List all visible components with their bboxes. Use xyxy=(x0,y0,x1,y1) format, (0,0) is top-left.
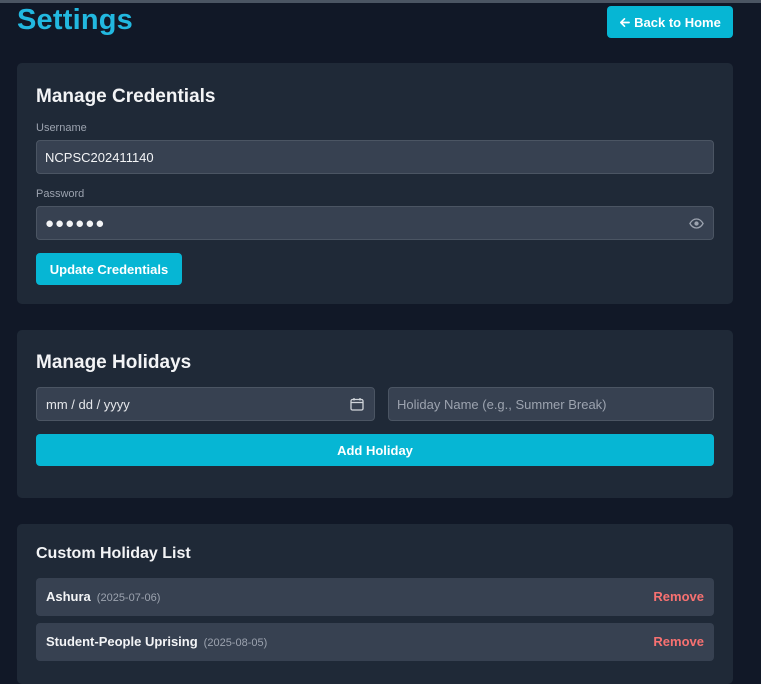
username-input[interactable] xyxy=(36,140,714,174)
credentials-title: Manage Credentials xyxy=(36,86,216,107)
password-input[interactable]: ●●●●●● xyxy=(36,206,714,240)
page-title: Settings xyxy=(17,4,133,36)
holiday-date: (2025-07-06) xyxy=(96,592,161,604)
eye-icon[interactable] xyxy=(689,216,704,231)
back-to-home-button[interactable]: Back to Home xyxy=(607,6,733,38)
calendar-icon[interactable] xyxy=(350,397,364,411)
holiday-date: (2025-08-05) xyxy=(203,637,268,649)
holiday-name: Ashura xyxy=(46,589,91,604)
update-credentials-button[interactable]: Update Credentials xyxy=(36,253,182,285)
password-mask: ●●●●●● xyxy=(45,214,106,232)
add-holiday-button[interactable]: Add Holiday xyxy=(36,434,714,466)
holiday-list-card: Custom Holiday List Ashura (2025-07-06) R… xyxy=(17,524,733,684)
holidays-form-card: Manage Holidays mm / dd / yyyy Add Holid… xyxy=(17,330,733,498)
remove-holiday-button[interactable]: Remove xyxy=(653,589,704,604)
list-item: Ashura (2025-07-06) Remove xyxy=(36,578,714,616)
holiday-list-title: Custom Holiday List xyxy=(36,545,191,562)
holiday-name-input[interactable] xyxy=(388,387,714,421)
password-label: Password xyxy=(36,188,85,200)
arrow-left-icon xyxy=(620,17,631,27)
username-label: Username xyxy=(36,122,87,134)
remove-holiday-button[interactable]: Remove xyxy=(653,634,704,649)
top-divider xyxy=(0,0,761,3)
credentials-card: Manage Credentials Username Password ●●●… xyxy=(17,63,733,304)
list-item: Student-People Uprising (2025-08-05) Remo… xyxy=(36,623,714,661)
holidays-form-title: Manage Holidays xyxy=(36,352,192,373)
holiday-date-input[interactable]: mm / dd / yyyy xyxy=(36,387,375,421)
holiday-name: Student-People Uprising xyxy=(46,634,198,649)
back-button-label: Back to Home xyxy=(634,14,721,30)
date-placeholder: mm / dd / yyyy xyxy=(46,396,130,412)
